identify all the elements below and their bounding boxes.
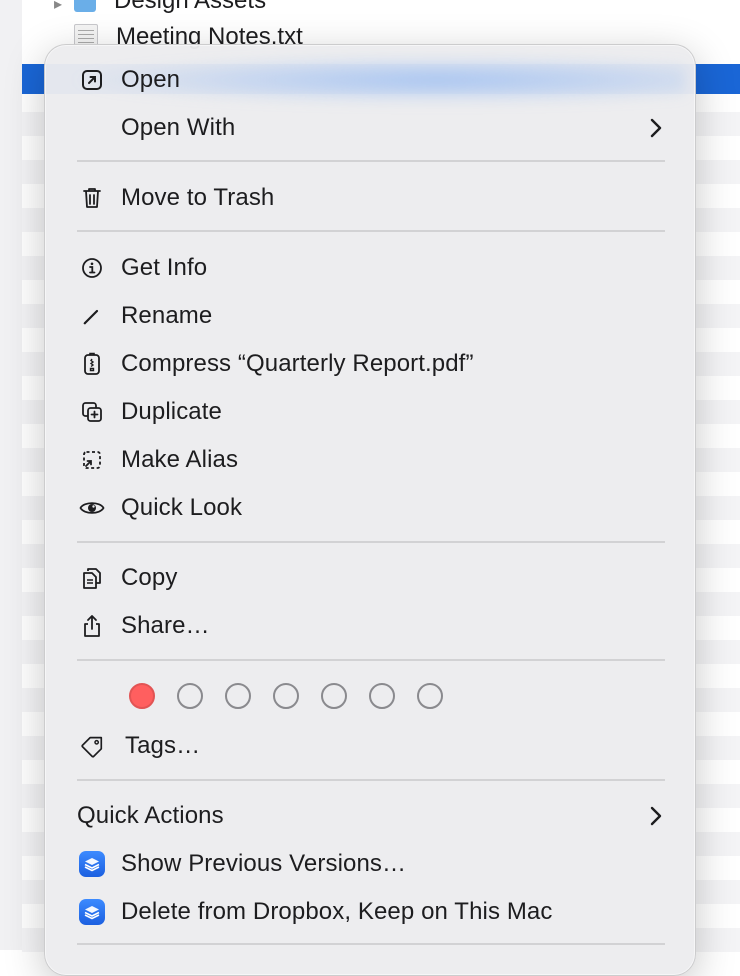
dropbox-icon (79, 899, 105, 925)
menu-item-compress[interactable]: Compress “Quarterly Report.pdf” (45, 341, 695, 387)
menu-separator (77, 779, 665, 781)
menu-item-label: Duplicate (121, 398, 222, 425)
open-arrow-icon (79, 67, 105, 93)
folder-name: Design Assets (114, 0, 267, 14)
folder-item[interactable]: Design Assets (74, 0, 266, 16)
menu-item-get-info[interactable]: Get Info (45, 245, 695, 291)
finder-sidebar-strip (0, 0, 22, 950)
menu-item-label: Move to Trash (121, 184, 275, 211)
menu-separator (77, 230, 665, 232)
duplicate-icon (79, 399, 105, 425)
menu-item-share[interactable]: Share… (45, 603, 695, 649)
tag-empty-dot[interactable] (273, 683, 299, 709)
copy-icon (79, 565, 105, 591)
menu-item-label: Share… (121, 612, 210, 639)
menu-item-move-to-trash[interactable]: Move to Trash (45, 175, 695, 221)
menu-item-make-alias[interactable]: Make Alias (45, 437, 695, 483)
tag-red-dot[interactable] (129, 683, 155, 709)
share-icon (79, 613, 105, 639)
menu-item-label: Tags… (125, 732, 201, 759)
menu-item-quick-look[interactable]: Quick Look (45, 485, 695, 531)
quick-actions-label: Quick Actions (77, 802, 224, 829)
menu-item-label: Open With (121, 114, 236, 141)
tag-empty-dot[interactable] (369, 683, 395, 709)
info-icon (79, 255, 105, 281)
tag-empty-dot[interactable] (225, 683, 251, 709)
menu-item-label: Get Info (121, 254, 208, 281)
alias-icon (79, 447, 105, 473)
menu-item-label: Open (121, 66, 181, 93)
menu-item-copy[interactable]: Copy (45, 555, 695, 601)
menu-separator (77, 160, 665, 162)
menu-item-label: Show Previous Versions… (121, 850, 407, 877)
menu-item-delete-from-dropbox[interactable]: Delete from Dropbox, Keep on This Mac (45, 889, 695, 935)
pencil-icon (79, 303, 105, 329)
menu-item-open-with[interactable]: Open With (45, 105, 695, 151)
dropbox-icon (79, 851, 105, 877)
chevron-right-icon (645, 115, 667, 141)
menu-item-label: Rename (121, 302, 213, 329)
tag-empty-dot[interactable] (417, 683, 443, 709)
context-menu: Open Open With Move to Trash Get Info Re… (44, 44, 696, 976)
menu-item-quick-actions[interactable]: Quick Actions (45, 793, 695, 839)
tag-color-row (129, 683, 443, 713)
archive-icon (79, 351, 105, 377)
folder-icon (74, 0, 96, 12)
menu-separator (77, 541, 665, 543)
menu-item-rename[interactable]: Rename (45, 293, 695, 339)
menu-item-label: Copy (121, 564, 178, 591)
menu-item-label: Make Alias (121, 446, 239, 473)
tag-empty-dot[interactable] (321, 683, 347, 709)
menu-item-tags[interactable]: Tags… (45, 723, 695, 769)
menu-item-duplicate[interactable]: Duplicate (45, 389, 695, 435)
menu-item-label: Delete from Dropbox, Keep on This Mac (121, 898, 553, 925)
menu-separator (77, 659, 665, 661)
disclosure-triangle-icon[interactable]: ▸ (54, 0, 62, 14)
menu-separator (77, 943, 665, 945)
menu-item-open[interactable]: Open (45, 57, 695, 103)
menu-item-label: Compress “Quarterly Report.pdf” (121, 350, 474, 377)
tag-empty-dot[interactable] (177, 683, 203, 709)
menu-item-label: Quick Look (121, 494, 243, 521)
trash-icon (79, 185, 105, 211)
chevron-right-icon (645, 803, 667, 829)
tag-icon (79, 733, 105, 759)
eye-icon (79, 495, 105, 521)
menu-item-show-previous-versions[interactable]: Show Previous Versions… (45, 841, 695, 887)
